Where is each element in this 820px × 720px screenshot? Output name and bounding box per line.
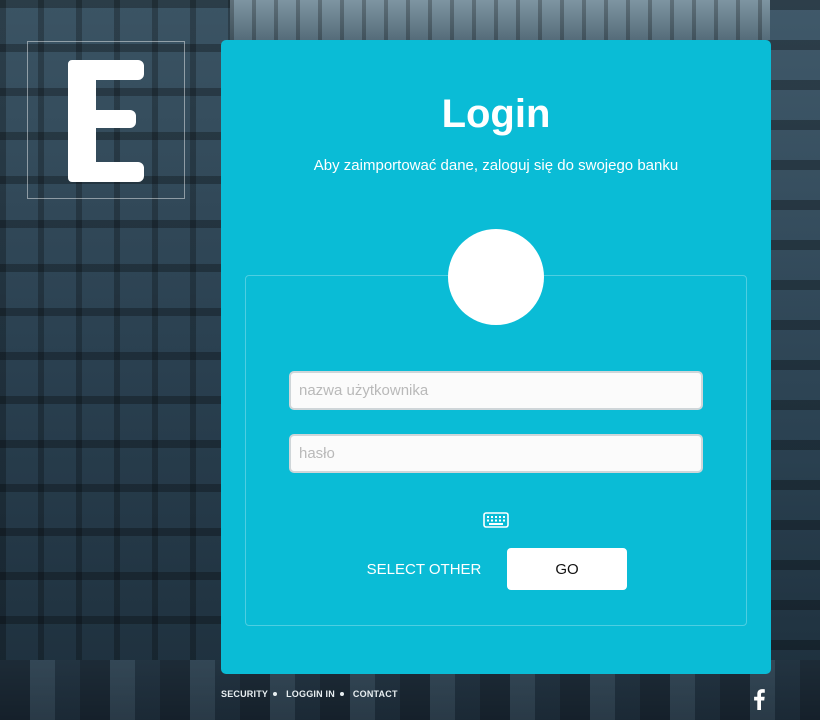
footer-nav: SECURITY LOGGIN IN CONTACT <box>221 687 398 701</box>
login-subtitle: Aby zaimportować dane, zaloguj się do sw… <box>313 157 679 174</box>
bank-avatar <box>448 229 544 325</box>
footer-link-logging-in[interactable]: LOGGIN IN <box>286 689 335 699</box>
select-other-button[interactable]: SELECT OTHER <box>362 558 486 582</box>
footer-link-contact[interactable]: CONTACT <box>353 689 398 699</box>
facebook-icon[interactable] <box>752 688 766 710</box>
footer-link-security[interactable]: SECURITY <box>221 689 268 699</box>
brand-logo-icon <box>68 60 144 182</box>
go-button[interactable]: GO <box>507 548 627 590</box>
background-skyline <box>230 0 770 40</box>
footer-separator <box>339 692 344 696</box>
password-input[interactable] <box>289 434 703 473</box>
login-title: Login <box>441 92 551 136</box>
footer-separator <box>273 692 278 696</box>
username-input[interactable] <box>289 371 703 410</box>
keyboard-icon[interactable] <box>483 512 509 528</box>
login-card: Login Aby zaimportować dane, zaloguj się… <box>221 40 771 674</box>
